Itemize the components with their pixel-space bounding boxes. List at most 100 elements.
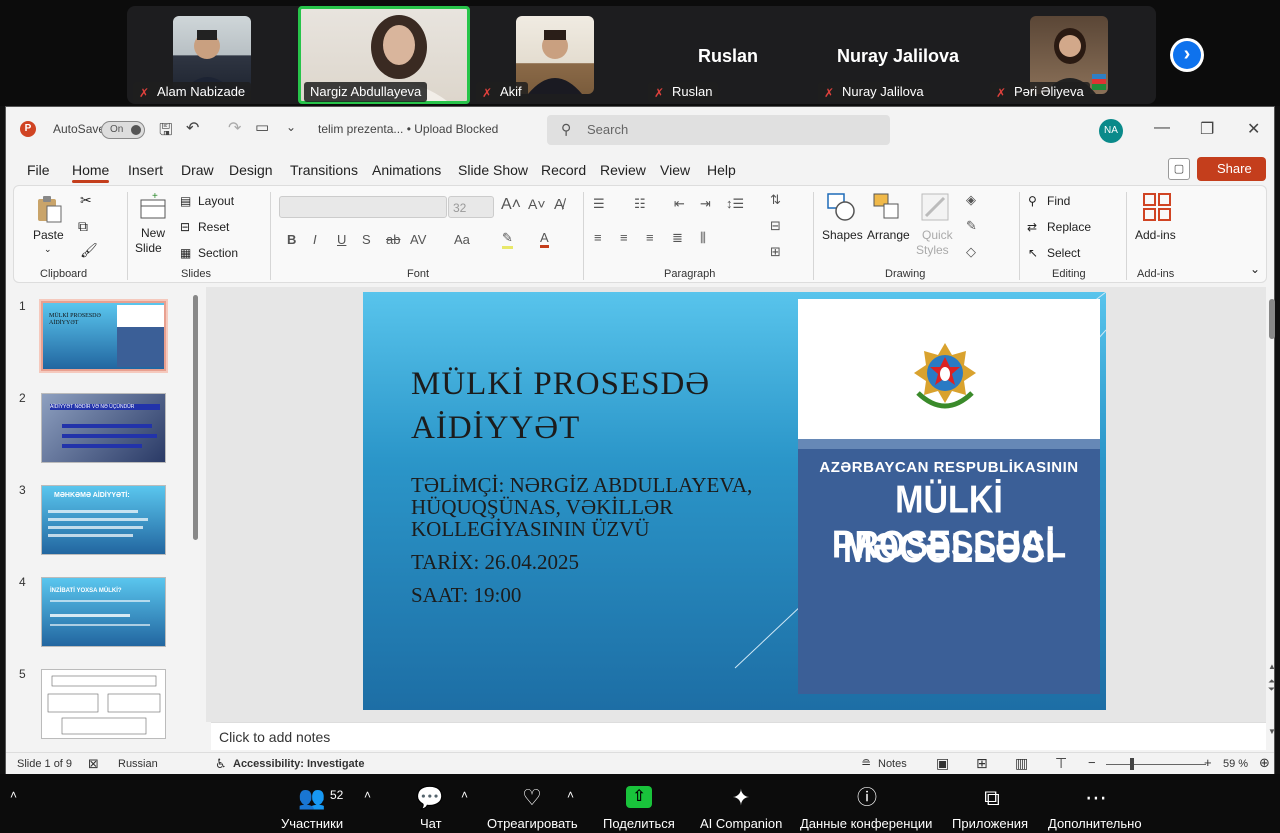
autosave-toggle[interactable]: On xyxy=(101,121,145,139)
close-icon[interactable]: ✕ xyxy=(1247,119,1260,139)
slide-trainer-line[interactable]: KOLLEGİYASININ ÜZVÜ xyxy=(411,518,650,540)
scroll-up-icon[interactable]: ▲ xyxy=(1268,662,1276,671)
restore-icon[interactable]: ❐ xyxy=(1200,119,1214,139)
collapse-ribbon-icon[interactable]: ⌄ xyxy=(1250,262,1260,276)
slide-scrollbar[interactable]: ▲ ⏶ ⏷ ▼ xyxy=(1268,287,1276,750)
participants-button[interactable]: Участники xyxy=(281,816,343,831)
font-size-select[interactable]: 32 xyxy=(448,196,494,218)
tab-animations[interactable]: Animations xyxy=(372,162,441,178)
tab-review[interactable]: Review xyxy=(600,162,646,178)
font-family-select[interactable] xyxy=(279,196,447,218)
align-left-icon[interactable]: ≡ xyxy=(594,230,602,245)
notes-icon[interactable]: ≘ xyxy=(861,756,871,770)
align-right-icon[interactable]: ≡ xyxy=(646,230,654,245)
participant-tile[interactable]: ✗ Alam Nabizade xyxy=(127,6,299,104)
user-avatar[interactable]: NA xyxy=(1099,119,1123,143)
zoom-level[interactable]: 59 % xyxy=(1223,758,1248,770)
chevron-up-icon[interactable]: ˄ xyxy=(567,788,574,802)
participant-tile[interactable]: Nuray Jalilova ✗ Nuray Jalilova xyxy=(812,6,984,104)
reactions-button[interactable]: Отреагировать xyxy=(487,816,578,831)
accessibility-icon[interactable]: ♿ xyxy=(215,756,227,772)
apps-icon[interactable]: ⧉ xyxy=(978,784,1006,812)
slide-thumbnail[interactable] xyxy=(41,669,166,739)
find-icon[interactable]: ⚲ xyxy=(1028,194,1037,208)
customize-toolbar-icon[interactable]: ⌄ xyxy=(286,120,296,134)
chat-icon[interactable]: 💬 xyxy=(416,784,444,812)
new-slide-icon[interactable]: + xyxy=(138,192,168,222)
next-participants-button[interactable]: › xyxy=(1170,38,1204,72)
decrease-indent-icon[interactable]: ⇤ xyxy=(674,196,685,212)
text-direction-icon[interactable]: ⇅ xyxy=(770,192,781,208)
bullets-icon[interactable]: ☰ xyxy=(593,196,605,212)
chat-button[interactable]: Чат xyxy=(420,816,442,831)
share-button[interactable]: Share ⌄ xyxy=(1197,157,1266,191)
scrollbar-thumb[interactable] xyxy=(1269,299,1275,339)
chevron-up-icon[interactable]: ˄ xyxy=(10,788,17,802)
slide-title[interactable]: MÜLKİ PROSESDƏ AİDİYYƏT xyxy=(411,362,791,450)
minimize-icon[interactable]: — xyxy=(1154,119,1170,137)
replace-icon[interactable]: ⇄ xyxy=(1027,220,1037,234)
numbering-icon[interactable]: ☷ xyxy=(634,196,646,212)
slide-thumbnail[interactable]: MÜLKİ PROSESDƏ AİDİYYƏT xyxy=(39,299,168,373)
tab-file[interactable]: File xyxy=(27,162,50,178)
spelling-check-icon[interactable]: ⊠ xyxy=(88,756,99,772)
tab-transitions[interactable]: Transitions xyxy=(290,162,358,178)
section-icon[interactable]: ▦ xyxy=(180,246,191,260)
layout-button[interactable]: Layout xyxy=(198,194,234,208)
find-button[interactable]: Find xyxy=(1047,194,1070,208)
tab-home[interactable]: Home xyxy=(72,162,110,183)
slide-thumbnail[interactable]: MƏHKƏMƏ AİDİYYƏTİ: xyxy=(41,485,166,555)
tab-design[interactable]: Design xyxy=(229,162,273,178)
fit-to-window-icon[interactable]: ⊕ xyxy=(1259,755,1270,771)
notes-placeholder[interactable]: Click to add notes xyxy=(219,729,330,745)
participant-tile[interactable]: Ruslan ✗ Ruslan xyxy=(642,6,814,104)
arrange-button[interactable]: Arrange xyxy=(867,228,910,242)
ai-companion-sparkle-icon[interactable]: ✦ xyxy=(727,784,755,812)
chevron-up-icon[interactable]: ˄ xyxy=(461,788,468,802)
meeting-info-button[interactable]: Данные конференции xyxy=(800,816,932,831)
reset-button[interactable]: Reset xyxy=(198,220,229,234)
justify-icon[interactable]: ≣ xyxy=(672,230,683,246)
layout-icon[interactable]: ▤ xyxy=(180,194,191,208)
slide-date[interactable]: TARİX: 26.04.2025 xyxy=(411,551,579,573)
tab-view[interactable]: View xyxy=(660,162,690,178)
align-text-icon[interactable]: ⊟ xyxy=(770,218,781,234)
change-case-icon[interactable]: Aa xyxy=(454,232,470,247)
quick-styles-icon[interactable] xyxy=(920,192,950,222)
slide-show-icon[interactable]: ⊤ xyxy=(1055,755,1067,772)
tab-insert[interactable]: Insert xyxy=(128,162,163,178)
reaction-heart-icon[interactable]: ♡ xyxy=(518,784,546,812)
grow-font-icon[interactable]: A˄ xyxy=(501,196,521,214)
more-icon[interactable]: ⋯ xyxy=(1082,784,1110,812)
add-ins-icon[interactable] xyxy=(1142,192,1172,222)
share-screen-icon[interactable]: ⇧ xyxy=(626,786,652,808)
document-title[interactable]: telim prezenta... • Upload Blocked xyxy=(318,122,498,136)
chevron-up-icon[interactable]: ˄ xyxy=(364,788,371,802)
current-slide[interactable]: MÜLKİ PROSESDƏ AİDİYYƏT TƏLİMÇİ: NƏRGİZ … xyxy=(363,292,1106,710)
language-indicator[interactable]: Russian xyxy=(118,758,158,770)
save-icon[interactable]: 🖫 xyxy=(159,119,173,146)
increase-indent-icon[interactable]: ⇥ xyxy=(700,196,711,212)
smartart-icon[interactable]: ⊞ xyxy=(770,244,781,260)
strikethrough-icon[interactable]: ab xyxy=(386,232,400,247)
font-color-icon[interactable]: A xyxy=(540,230,549,248)
present-icon[interactable]: ▭ xyxy=(255,118,269,136)
underline-icon[interactable]: U xyxy=(337,232,346,247)
ai-companion-button[interactable]: AI Companion xyxy=(700,816,782,831)
format-painter-icon[interactable]: 🖌 xyxy=(80,242,98,259)
reset-icon[interactable]: ⊟ xyxy=(180,220,190,234)
scroll-down-icon[interactable]: ▼ xyxy=(1268,727,1276,736)
participant-tile[interactable]: ✗ Pəri Əliyeva xyxy=(984,6,1156,104)
line-spacing-icon[interactable]: ↕☰ xyxy=(726,196,744,212)
add-ins-button[interactable]: Add-ins xyxy=(1135,228,1176,242)
paste-button[interactable]: Paste xyxy=(33,228,64,242)
info-icon[interactable]: ⓘ xyxy=(853,784,881,812)
shadow-icon[interactable]: S xyxy=(362,232,371,247)
tab-draw[interactable]: Draw xyxy=(181,162,214,178)
share-screen-button[interactable]: Поделиться xyxy=(603,816,675,831)
tab-help[interactable]: Help xyxy=(707,162,736,178)
highlight-icon[interactable]: ✎ xyxy=(502,230,513,249)
slide-time[interactable]: SAAT: 19:00 xyxy=(411,584,521,606)
select-icon[interactable]: ↖ xyxy=(1028,246,1038,260)
shapes-button[interactable]: Shapes xyxy=(822,228,863,242)
